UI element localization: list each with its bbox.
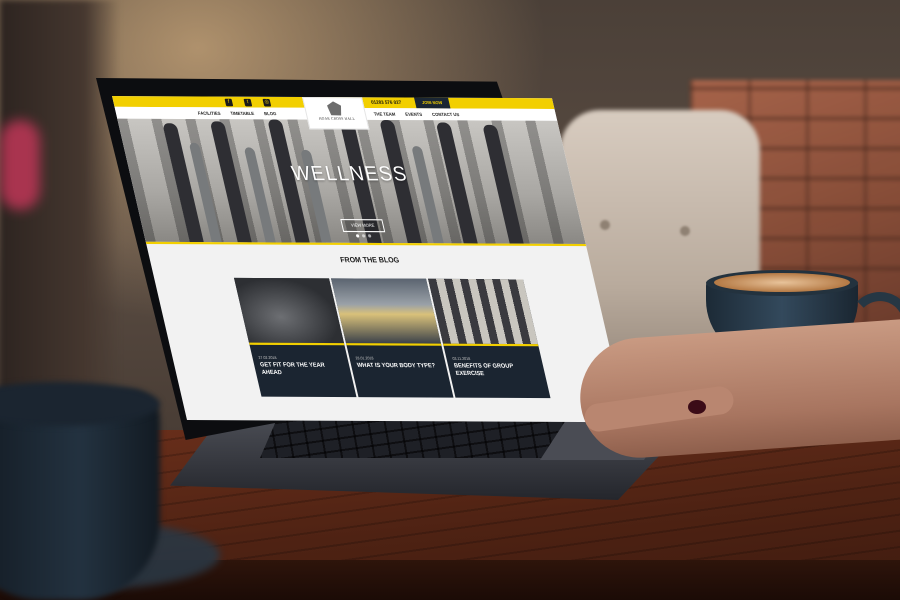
sofa-button — [600, 220, 610, 230]
blog-card-headline[interactable]: GET FIT FOR THE YEAR AHEAD — [260, 362, 345, 376]
blog-card-image — [234, 277, 344, 344]
nav-item-the-team[interactable]: THE TEAM — [373, 111, 396, 117]
blurred-pink-object — [0, 120, 40, 210]
nav-item-blog[interactable]: BLOG — [263, 111, 276, 116]
blog-section-title: FROM THE BLOG — [339, 256, 401, 265]
carousel-dot[interactable] — [367, 234, 372, 238]
nav-right: THE TEAM EVENTS CONTACT US — [373, 108, 461, 120]
nav-item-facilities[interactable]: FACILITIES — [197, 110, 221, 116]
nav-item-events[interactable]: EVENTS — [405, 111, 423, 116]
laptop-screen-website: f t ◎ 01283 576 027 JOIN NOW FACILITIES … — [112, 96, 627, 423]
blog-card-headline[interactable]: BENEFITS OF GROUP EXERCISE — [454, 363, 539, 377]
nav-item-timetable[interactable]: TIMETABLE — [230, 111, 255, 117]
hand — [576, 318, 900, 462]
blog-card-date: 03.11.2018 — [452, 356, 471, 362]
join-now-button[interactable]: JOIN NOW — [414, 97, 451, 109]
instagram-icon[interactable]: ◎ — [262, 98, 272, 106]
carousel-dots — [355, 234, 372, 238]
blog-card-image — [428, 278, 538, 345]
carousel-dot[interactable] — [355, 234, 360, 238]
nav-item-contact-us[interactable]: CONTACT US — [431, 112, 459, 118]
twitter-icon[interactable]: t — [243, 98, 253, 106]
view-more-button[interactable]: VIEW MORE — [340, 219, 386, 233]
crest-icon — [326, 101, 343, 115]
blog-card-date: 28.01.2018 — [355, 356, 374, 361]
carousel-dot[interactable] — [361, 234, 366, 238]
nav-left: FACILITIES TIMETABLE BLOG — [197, 107, 278, 119]
facebook-icon[interactable]: f — [224, 98, 234, 106]
blog-card-date: 27.02.2018 — [258, 355, 277, 361]
blog-card-image — [331, 278, 441, 344]
blog-cards: 27.02.2018 GET FIT FOR THE YEAR AHEAD 28… — [234, 277, 552, 399]
cafe-scene: f t ◎ 01283 576 027 JOIN NOW FACILITIES … — [0, 0, 900, 600]
site-logo[interactable]: HOAR CROSS HALL — [302, 96, 370, 130]
blog-card-headline[interactable]: WHAT IS YOUR BODY TYPE? — [357, 363, 441, 370]
fingernail — [688, 400, 706, 414]
sofa-button — [680, 226, 690, 236]
hero-banner: WELLNESS VIEW MORE — [117, 118, 586, 244]
logo-text: HOAR CROSS HALL — [318, 116, 356, 121]
social-links: f t ◎ — [224, 98, 272, 106]
phone-number[interactable]: 01283 576 027 — [370, 97, 403, 108]
hero-title: WELLNESS — [289, 162, 411, 186]
blurred-background-left — [0, 0, 120, 420]
coffee-crema — [714, 273, 850, 292]
